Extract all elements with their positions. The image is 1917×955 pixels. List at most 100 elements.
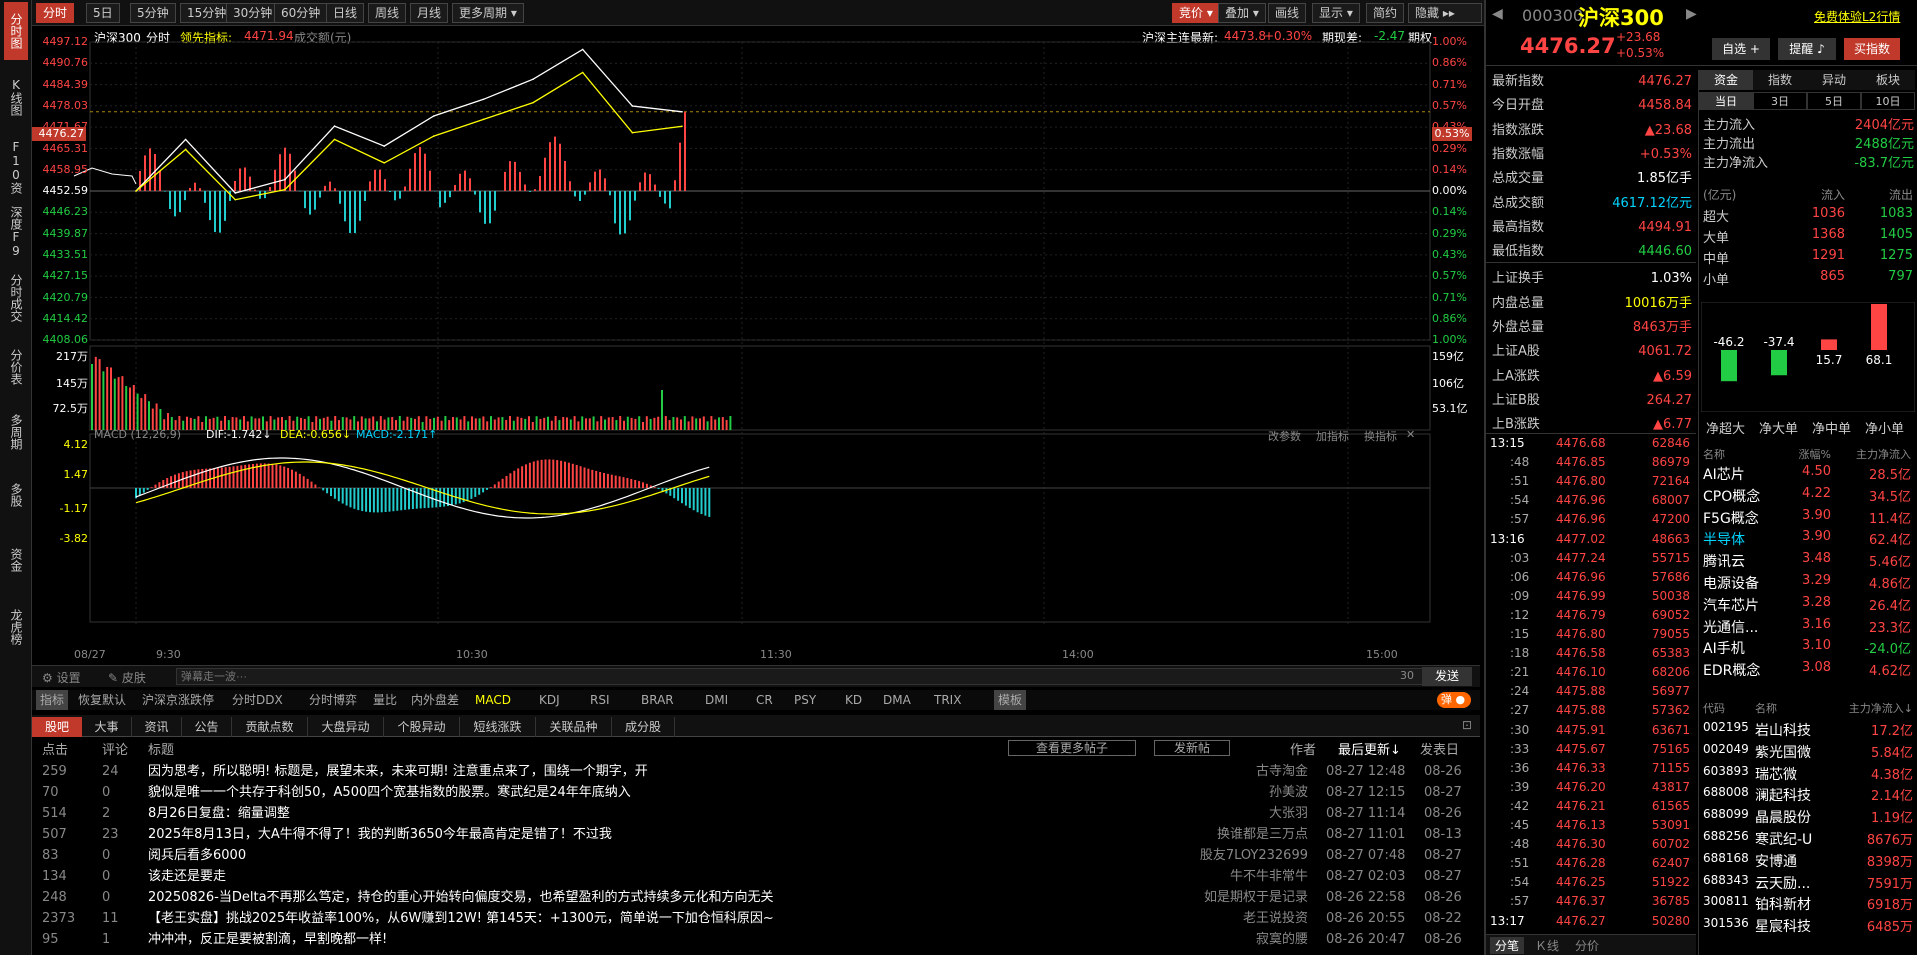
l2-trial-link[interactable]: 免费体验L2行情 (1814, 8, 1900, 25)
settings-button[interactable]: ⚙ 设置 (42, 669, 81, 686)
sector-name[interactable]: 电源设备 (1703, 573, 1759, 593)
news-author[interactable]: 老王说投资 (1152, 908, 1308, 929)
swap-indicator-link[interactable]: 换指标 (1364, 428, 1397, 444)
stock-code-cell[interactable]: 603893 (1703, 764, 1749, 778)
sector-name[interactable]: 半导体 (1703, 529, 1745, 549)
news-author[interactable]: 寂寞的腰 (1152, 929, 1308, 950)
period-more[interactable]: 更多周期 ▾ (452, 3, 524, 23)
period-30min[interactable]: 30分钟 (226, 3, 280, 23)
tab-f10[interactable]: F10资料 (4, 140, 28, 194)
sector-name[interactable]: CPO概念 (1703, 486, 1760, 506)
col-comments[interactable]: 评论 (102, 739, 128, 758)
fund-period-tab[interactable]: 3日 (1753, 92, 1807, 110)
fund-tab[interactable]: 异动 (1807, 70, 1861, 90)
alert-button[interactable]: 提醒 ♪ (1778, 38, 1836, 60)
fund-tab[interactable]: 指数 (1753, 70, 1807, 90)
stock-name-cell[interactable]: 云天励... (1755, 873, 1810, 893)
send-button[interactable]: 发送 (1422, 667, 1472, 686)
news-title[interactable]: 该走还是要走 (148, 866, 968, 887)
news-title[interactable]: 20250826-当Delta不再那么笃定，持仓的重心开始转向偏度交易，也希望盈… (148, 887, 968, 908)
news-tab[interactable]: 股吧 (32, 717, 82, 737)
fund-tab[interactable]: 资金 (1699, 70, 1753, 90)
indicator-tab[interactable]: 指标 (36, 690, 69, 710)
indicator-tab[interactable]: 量比 (369, 690, 401, 710)
stock-name-cell[interactable]: 寒武纪-U (1755, 829, 1812, 849)
indicator-tab[interactable]: KD (841, 690, 866, 710)
news-row[interactable]: 2373 11 【老王实盘】挑战2025年收益率100%，从6W赚到12W! 第14… (32, 908, 1480, 929)
indicator-tab[interactable]: 模板 (994, 690, 1027, 710)
danmu-input[interactable] (176, 668, 1426, 685)
indicator-tab[interactable]: RSI (586, 690, 614, 710)
stock-name-cell[interactable]: 岩山科技 (1755, 720, 1811, 740)
buy-index-button[interactable]: 买指数 (1844, 38, 1900, 60)
news-tab[interactable]: 公告 (182, 717, 232, 737)
stock-code-cell[interactable]: 301536 (1703, 916, 1749, 930)
tab-funds[interactable]: 资金 (4, 540, 28, 580)
news-tab[interactable]: 成分股 (612, 717, 675, 737)
tab-multi-stock[interactable]: 多股 (4, 475, 28, 515)
news-tab[interactable]: 个股异动 (384, 717, 460, 737)
tab-multi-period[interactable]: 多周期 (4, 405, 28, 459)
auction-button[interactable]: 竞价 ▾ (1172, 3, 1220, 23)
news-tab[interactable]: 大盘异动 (308, 717, 384, 737)
sector-name[interactable]: F5G概念 (1703, 508, 1759, 528)
hide-button[interactable]: 隐藏 ▸▸ (1408, 3, 1482, 23)
indicator-tab[interactable]: KDJ (535, 690, 564, 710)
news-row[interactable]: 259 24 因为思考，所以聪明! 标题是，展望未来，未来可期! 注意重点来了，围绕… (32, 761, 1480, 782)
new-post-button[interactable]: 发新帖 (1154, 740, 1230, 756)
tab-price-dist[interactable]: 分价 (1570, 937, 1604, 954)
news-tab[interactable]: 关联品种 (536, 717, 612, 737)
stock-code-cell[interactable]: 688256 (1703, 829, 1749, 843)
indicator-tab[interactable]: BRAR (637, 690, 678, 710)
draw-button[interactable]: 画线 (1268, 3, 1307, 23)
indicator-tab[interactable]: 沪深京涨跌停 (138, 690, 218, 710)
indicator-tab[interactable]: MACD (471, 690, 515, 710)
tab-dragon-tiger[interactable]: 龙虎榜 (4, 600, 28, 654)
news-author[interactable]: 古寺淘金 (1152, 761, 1308, 782)
news-row[interactable]: 514 2 8月26日复盘：缩量调整 大张羽 08-27 11:14 08-26 (32, 803, 1480, 824)
indicator-tab[interactable]: 分时DDX (228, 690, 287, 710)
news-title[interactable]: 貌似是唯一一个共存于科创50，A500四个宽基指数的股票。寒武纪是24年年底纳入 (148, 782, 968, 803)
period-60min[interactable]: 60分钟 (274, 3, 328, 23)
news-title[interactable]: 2025年8月13日，大A牛得不得了！我的判断3650今年最高肯定是错了！不过我 (148, 824, 968, 845)
more-posts-button[interactable]: 查看更多帖子 (1008, 740, 1136, 756)
news-row[interactable]: 70 0 貌似是唯一一个共存于科创50，A500四个宽基指数的股票。寒武纪是24年年… (32, 782, 1480, 803)
period-5day[interactable]: 5日 (86, 3, 120, 23)
stock-name-cell[interactable]: 瑞芯微 (1755, 764, 1797, 784)
prev-stock-icon[interactable]: ◀ (1492, 6, 1503, 22)
tab-kline[interactable]: K线图 (4, 70, 28, 124)
stock-code-cell[interactable]: 002195 (1703, 720, 1749, 734)
indicator-tab[interactable]: 内外盘差 (407, 690, 463, 710)
stock-code-cell[interactable]: 688168 (1703, 851, 1749, 865)
close-icon[interactable]: ✕ (1406, 428, 1415, 441)
news-author[interactable]: 股友7LOY232699 (1152, 845, 1308, 866)
tab-kline-small[interactable]: Ｋ线 (1530, 937, 1564, 954)
news-author[interactable]: 换谁都是三万点 (1152, 824, 1308, 845)
add-indicator-link[interactable]: 加指标 (1316, 428, 1349, 444)
sector-name[interactable]: 光通信... (1703, 617, 1758, 637)
news-row[interactable]: 248 0 20250826-当Delta不再那么笃定，持仓的重心开始转向偏度交易，… (32, 887, 1480, 908)
sector-name[interactable]: AI手机 (1703, 638, 1745, 658)
display-button[interactable]: 显示 ▾ (1312, 3, 1360, 23)
news-tab[interactable]: 大事 (82, 717, 132, 737)
tab-depth[interactable]: 深度F9 (4, 205, 28, 259)
period-5min[interactable]: 5分钟 (130, 3, 176, 23)
stock-code-cell[interactable]: 688099 (1703, 807, 1749, 821)
tab-ticks[interactable]: 分笔 (1490, 937, 1524, 954)
fund-period-tab[interactable]: 5日 (1807, 92, 1861, 110)
simple-button[interactable]: 简约 (1366, 3, 1405, 23)
tab-price-table[interactable]: 分价表 (4, 340, 28, 394)
indicator-tab[interactable]: CR (752, 690, 777, 710)
news-row[interactable]: 83 0 阅兵后看多6000 股友7LOY232699 08-27 07:48 08-27 (32, 845, 1480, 866)
news-author[interactable]: 牛不牛非常牛 (1152, 866, 1308, 887)
stock-name-cell[interactable]: 星宸科技 (1755, 916, 1811, 936)
col-updated[interactable]: 最后更新↓ (1338, 739, 1401, 758)
next-stock-icon[interactable]: ▶ (1686, 6, 1697, 22)
indicator-tab[interactable]: PSY (790, 690, 820, 710)
news-title[interactable]: 8月26日复盘：缩量调整 (148, 803, 968, 824)
add-watchlist-button[interactable]: 自选 + (1712, 38, 1770, 60)
tab-trades[interactable]: 分时成交 (4, 265, 28, 331)
stock-name-cell[interactable]: 晶晨股份 (1755, 807, 1811, 827)
period-month[interactable]: 月线 (410, 3, 449, 23)
news-title[interactable]: 因为思考，所以聪明! 标题是，展望未来，未来可期! 注意重点来了，围绕一个期字，… (148, 761, 968, 782)
